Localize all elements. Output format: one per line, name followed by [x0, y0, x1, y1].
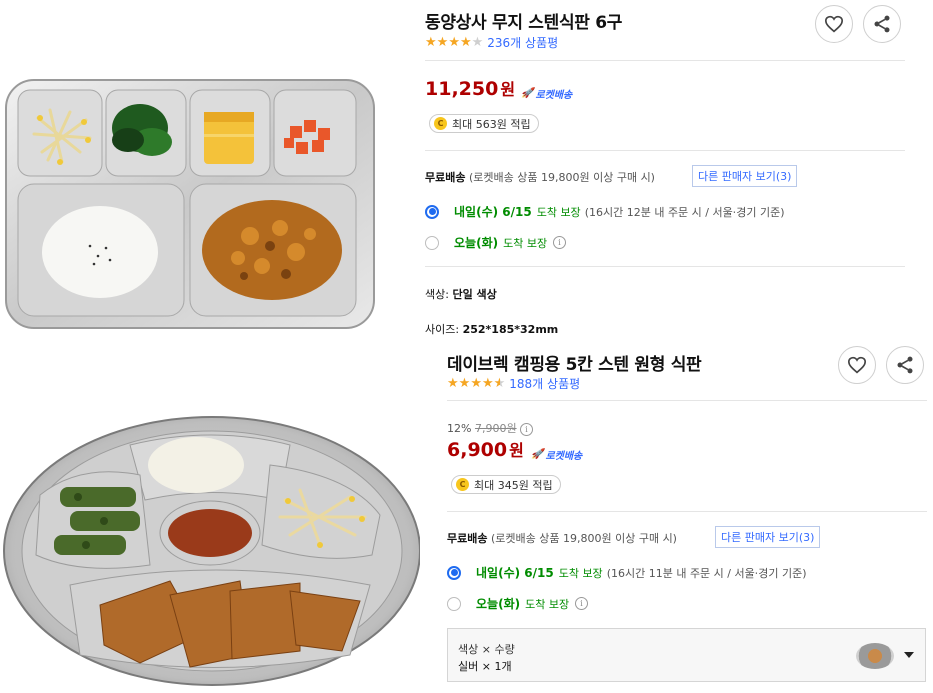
star-icon: ★ — [481, 376, 494, 391]
shipping-note: (로켓배송 상품 19,800원 이상 구매 시) — [490, 532, 677, 545]
info-icon[interactable]: i — [575, 597, 589, 610]
product1-color: 색상: 단일 색상 — [425, 286, 497, 302]
product1-share-button[interactable] — [863, 5, 901, 43]
shipping-label: 무료배송 — [425, 171, 466, 184]
product1-reviews-link[interactable]: 236개 상품평 — [487, 34, 558, 51]
divider — [425, 266, 905, 267]
option-value: 실버 × 1개 — [458, 660, 512, 673]
product2-discount: 12% 7,900원 i — [447, 420, 534, 436]
delivery-date: 오늘(화) — [476, 597, 521, 611]
star-half-icon: ★ — [493, 376, 506, 391]
radio-selected[interactable] — [447, 565, 461, 580]
product2-other-sellers-button[interactable]: 다른 판매자 보기(3) — [715, 526, 821, 548]
product1-price: 11,250 원 — [425, 76, 515, 100]
info-icon[interactable]: i — [520, 422, 534, 436]
heart-icon — [847, 356, 867, 374]
reward-label: 최대 345원 적립 — [474, 478, 553, 492]
star-icon: ★ — [471, 35, 484, 50]
size-label: 사이즈: — [425, 323, 460, 336]
star-icon: ★ — [425, 35, 437, 50]
product1-other-sellers-button[interactable]: 다른 판매자 보기(3) — [692, 165, 798, 187]
delivery-note: (16시간 12분 내 주문 시 / 서울⋅경기 기준) — [584, 205, 785, 219]
original-price: 7,900원 — [474, 422, 517, 435]
coin-icon: C — [434, 117, 447, 130]
product1-image — [0, 70, 380, 335]
delivery-date: 오늘(화) — [454, 236, 499, 250]
product1-size: 사이즈: 252*185*32mm — [425, 321, 558, 337]
delivery-note: (16시간 11분 내 주문 시 / 서울⋅경기 기준) — [606, 566, 807, 580]
rocket-icon: 🚀 — [521, 88, 534, 99]
delivery-date: 내일(수) 6/15 — [454, 205, 532, 219]
delivery-suffix: 도착 보장 — [536, 205, 581, 219]
divider — [447, 511, 927, 512]
star-icon: ★ — [436, 35, 449, 50]
star-icon: ★ — [470, 376, 482, 391]
product2-option-select[interactable]: 색상 × 수량 실버 × 1개 — [447, 628, 926, 682]
product1-favorite-button[interactable] — [815, 5, 853, 43]
star-icon: ★ — [458, 376, 471, 391]
product2-image — [0, 405, 421, 689]
product1-rating[interactable]: ★ ★ ★ ★ ★ 236개 상품평 — [425, 34, 558, 51]
info-icon[interactable]: i — [553, 236, 567, 249]
heart-icon — [824, 15, 844, 33]
delivery-date: 내일(수) 6/15 — [476, 566, 554, 580]
discount-rate: 12% — [447, 422, 472, 435]
radio-unselected[interactable] — [425, 235, 439, 250]
price-unit: 원 — [509, 441, 524, 460]
product2-reviews-link[interactable]: 188개 상품평 — [509, 375, 580, 392]
product2-price-value: 6,900 — [447, 439, 508, 461]
rocket-label: 로켓배송 — [545, 451, 583, 462]
reward-label: 최대 563원 적립 — [452, 117, 531, 131]
product2-share-button[interactable] — [886, 346, 924, 384]
product2-price: 6,900 원 — [447, 437, 524, 461]
star-icon: ★ — [459, 35, 472, 50]
product2-rocket-badge: 🚀 로켓배송 — [531, 447, 582, 462]
radio-unselected[interactable] — [447, 596, 461, 611]
product2-title: 데이브렉 캠핑용 5칸 스텐 원형 식판 — [447, 355, 702, 375]
share-icon — [897, 356, 913, 374]
delivery-suffix: 도착 보장 — [525, 597, 570, 611]
radio-selected[interactable] — [425, 204, 439, 219]
product1-delivery-option-tomorrow[interactable]: 내일(수) 6/15 도착 보장 (16시간 12분 내 주문 시 / 서울⋅경… — [425, 203, 785, 220]
delivery-suffix: 도착 보장 — [558, 566, 603, 580]
divider — [425, 60, 905, 61]
divider — [447, 400, 927, 401]
product1-title: 동양상사 무지 스텐식판 6구 — [425, 13, 623, 33]
shipping-label: 무료배송 — [447, 532, 488, 545]
star-icon: ★ — [448, 35, 460, 50]
color-label: 색상: — [425, 288, 449, 301]
product1-rocket-badge: 🚀 로켓배송 — [521, 86, 572, 101]
delivery-suffix: 도착 보장 — [503, 236, 548, 250]
price-unit: 원 — [500, 80, 516, 99]
product1-delivery-option-today[interactable]: 오늘(화) 도착 보장 i — [425, 234, 567, 251]
product2-delivery-option-today[interactable]: 오늘(화) 도착 보장 i — [447, 595, 589, 612]
product2-rating[interactable]: ★ ★ ★ ★ ★ 188개 상품평 — [447, 375, 580, 392]
product2-reward-badge: C 최대 345원 적립 — [451, 475, 561, 494]
product1-price-value: 11,250 — [425, 78, 499, 100]
share-icon — [874, 15, 890, 33]
product2-favorite-button[interactable] — [838, 346, 876, 384]
coin-icon: C — [456, 478, 469, 491]
divider — [425, 150, 905, 151]
option-header: 색상 × 수량 — [458, 643, 515, 656]
product1-reward-badge: C 최대 563원 적립 — [429, 114, 539, 133]
chevron-down-icon[interactable] — [904, 652, 914, 658]
rocket-label: 로켓배송 — [535, 90, 573, 101]
shipping-note: (로켓배송 상품 19,800원 이상 구매 시) — [468, 171, 655, 184]
product1-shipping: 무료배송 (로켓배송 상품 19,800원 이상 구매 시) — [425, 169, 655, 185]
product2-shipping: 무료배송 (로켓배송 상품 19,800원 이상 구매 시) — [447, 530, 677, 546]
color-value: 단일 색상 — [452, 288, 497, 301]
star-icon: ★ — [447, 376, 459, 391]
product2-delivery-option-tomorrow[interactable]: 내일(수) 6/15 도착 보장 (16시간 11분 내 주문 시 / 서울⋅경… — [447, 564, 807, 581]
option-thumbnail — [856, 643, 894, 669]
size-value: 252*185*32mm — [462, 323, 559, 336]
rocket-icon: 🚀 — [531, 449, 544, 460]
